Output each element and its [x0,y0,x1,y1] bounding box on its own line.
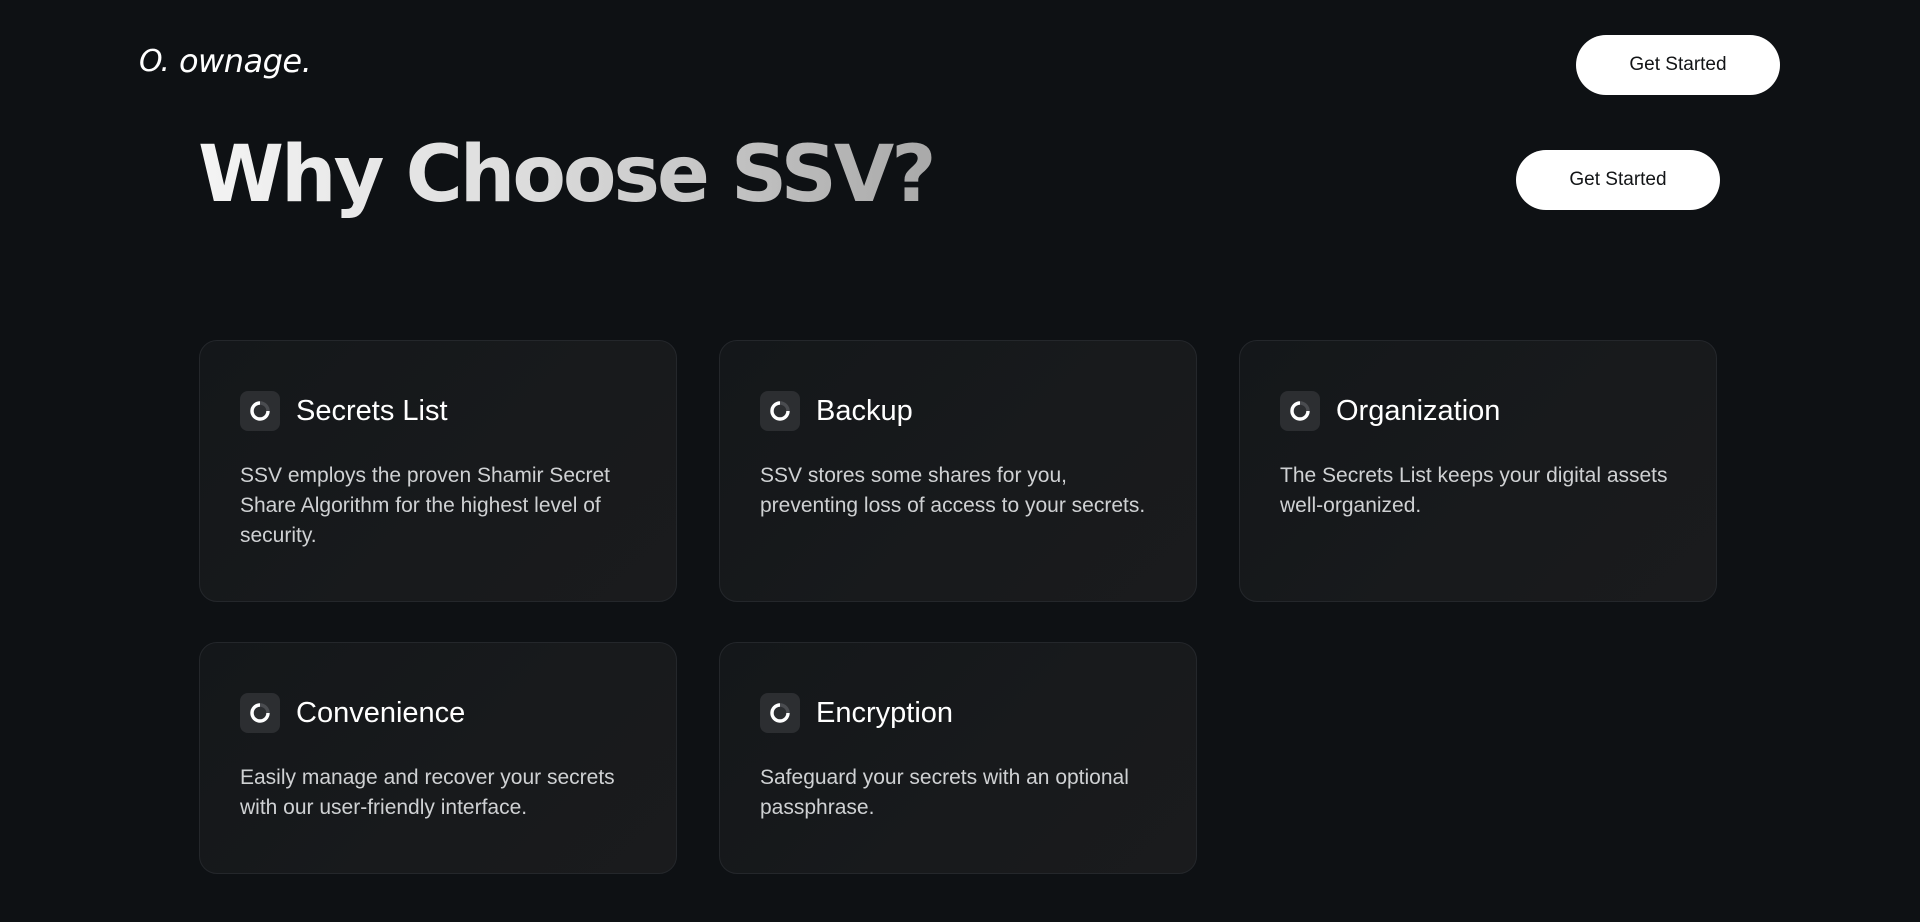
loading-spinner-icon [1280,391,1320,431]
feature-description: The Secrets List keeps your digital asse… [1280,464,1668,517]
loading-spinner-icon [240,391,280,431]
header-get-started-button[interactable]: Get Started [1576,35,1780,95]
feature-card-header: Encryption [760,693,1156,733]
feature-card-header: Convenience [240,693,636,733]
logo-wordmark: ownage. [178,42,312,80]
loading-spinner-icon [240,693,280,733]
feature-card-header: Backup [760,391,1156,431]
feature-title: Organization [1336,395,1501,427]
feature-title: Convenience [296,697,466,729]
feature-title: Backup [816,395,913,427]
feature-description: Safeguard your secrets with an optional … [760,766,1129,819]
feature-card-header: Organization [1280,391,1676,431]
brand-logo[interactable]: O. ownage. [139,40,312,82]
feature-card-secrets-list: Secrets List SSV employs the proven Sham… [199,340,677,602]
feature-description: SSV employs the proven Shamir Secret Sha… [240,464,611,547]
loading-spinner-icon [760,693,800,733]
logo-mark: O. [139,43,170,79]
loading-spinner-icon [760,391,800,431]
feature-card-header: Secrets List [240,391,636,431]
feature-card-organization: Organization The Secrets List keeps your… [1239,340,1717,602]
feature-card-backup: Backup SSV stores some shares for you, p… [719,340,1197,602]
feature-card-convenience: Convenience Easily manage and recover yo… [199,642,677,874]
feature-description: Easily manage and recover your secrets w… [240,766,615,819]
feature-card-encryption: Encryption Safeguard your secrets with a… [719,642,1197,874]
feature-title: Secrets List [296,395,448,427]
page-title: Why Choose SSV? [198,125,936,225]
feature-title: Encryption [816,697,954,729]
hero-get-started-button[interactable]: Get Started [1516,150,1720,210]
feature-description: SSV stores some shares for you, preventi… [760,464,1146,517]
page: O. ownage. Get Started Why Choose SSV? G… [0,0,1920,922]
